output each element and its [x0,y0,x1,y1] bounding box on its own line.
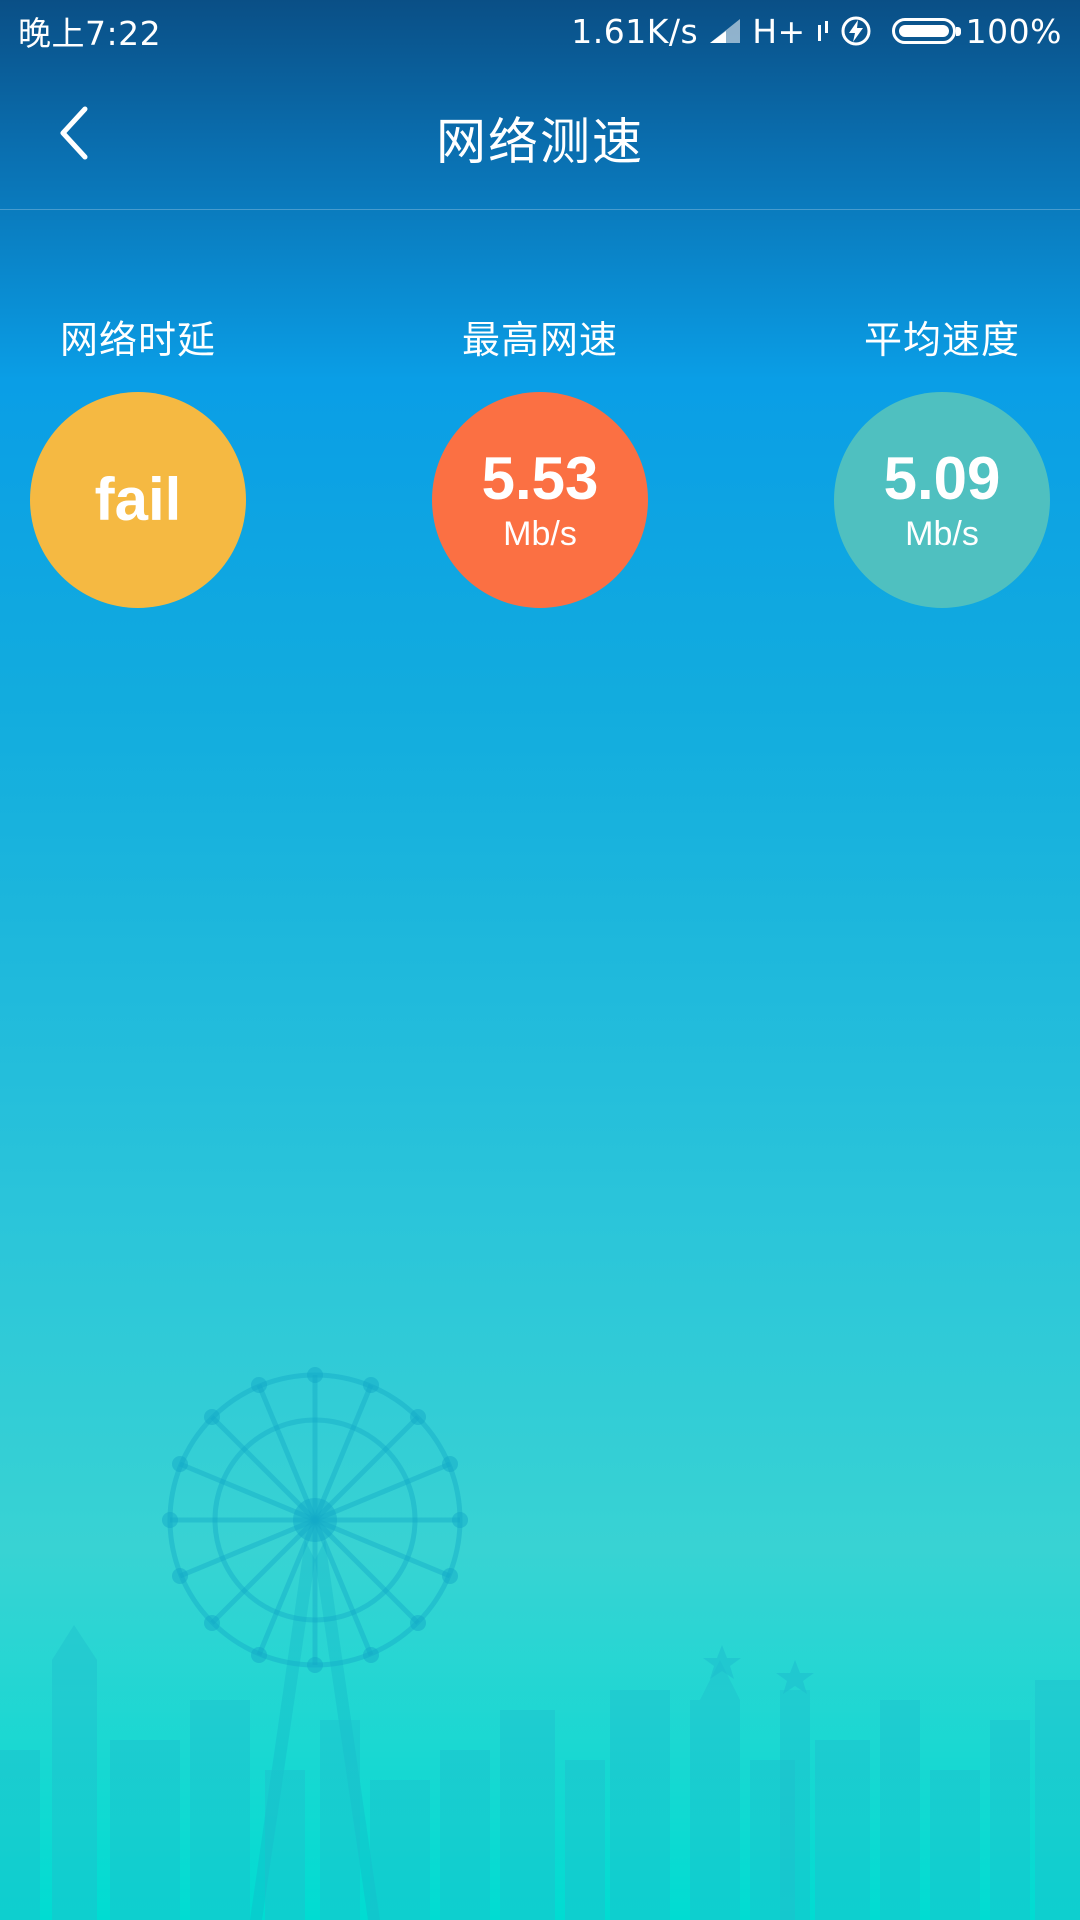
battery-percent: 100% [965,11,1062,51]
metric-value: fail [94,466,182,533]
metric-latency: 网络时延 fail [18,310,258,608]
metric-label: 最高网速 [461,318,618,362]
metric-avg-speed: 平均速度 5.09 Mb/s [822,310,1062,608]
data-activity-icon [817,21,828,41]
status-time: 晚上7:22 [18,14,162,53]
metric-unit: Mb/s [905,515,979,553]
city-skyline-illustration [0,1367,1080,1920]
latency-circle: fail [30,392,246,608]
status-bar: 晚上7:22 1.61K/s H+ 100% [0,0,1080,62]
status-indicators: 1.61K/s H+ 100% [571,12,1062,51]
avg-speed-circle: 5.09 Mb/s [834,392,1050,608]
metric-label: 平均速度 [863,318,1020,362]
charging-icon [841,16,871,46]
metric-unit: Mb/s [503,515,577,553]
metric-value: 5.09 [883,445,1001,512]
speed-metrics: 网络时延 fail 最高网速 5.53 Mb/s 平均速度 5.09 Mb/s [0,310,1080,610]
cellular-signal-icon [710,19,741,43]
battery-icon [891,18,961,44]
network-type: H+ [752,11,806,51]
title-bar: 网络测速 [0,62,1080,210]
metric-max-speed: 最高网速 5.53 Mb/s [420,310,660,608]
metric-value: 5.53 [481,445,599,512]
net-speed: 1.61K/s [571,11,699,51]
max-speed-circle: 5.53 Mb/s [432,392,648,608]
metric-label: 网络时延 [59,318,216,362]
page-title: 网络测速 [436,113,644,171]
